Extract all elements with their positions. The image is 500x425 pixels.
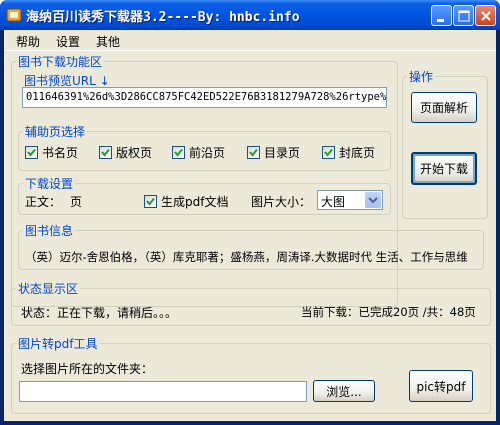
image-size-select[interactable]: 大图 bbox=[317, 190, 383, 210]
status-legend: 状态显示区 bbox=[18, 282, 79, 296]
image-size-value: 大图 bbox=[321, 195, 346, 209]
menu-settings[interactable]: 设置 bbox=[56, 33, 80, 50]
menu-bar: 帮助 设置 其他 bbox=[4, 30, 496, 50]
book-info-legend: 图书信息 bbox=[25, 224, 74, 238]
app-icon bbox=[6, 7, 22, 23]
checkbox-label: 封底页 bbox=[339, 146, 376, 160]
menu-help[interactable]: 帮助 bbox=[16, 33, 40, 50]
check-icon bbox=[322, 146, 335, 159]
convert-pdf-button[interactable]: pic转pdf bbox=[409, 370, 473, 402]
book-info-text: （英）迈尔-舍恩伯格，（英）库克耶著；盛杨燕，周涛译.大数据时代 生活、工作与思… bbox=[25, 250, 468, 264]
check-icon bbox=[247, 146, 260, 159]
body-pages-unit: 页 bbox=[70, 195, 83, 209]
browse-button[interactable]: 浏览... bbox=[313, 380, 375, 402]
chevron-down-icon[interactable] bbox=[365, 192, 381, 208]
operations-group: 操作 bbox=[402, 68, 488, 219]
status-text: 状态：正在下载，请稍后。。。 bbox=[21, 306, 178, 320]
checkbox-label: 生成pdf文档 bbox=[161, 195, 229, 209]
folder-path-input[interactable] bbox=[19, 381, 307, 402]
check-icon bbox=[25, 146, 38, 159]
minimize-button[interactable] bbox=[431, 5, 452, 26]
maximize-button[interactable] bbox=[453, 5, 474, 26]
progress-text: 当前下载：已完成20页 /共：48页 bbox=[301, 305, 476, 319]
download-settings-legend: 下载设置 bbox=[25, 177, 74, 191]
title-bar[interactable]: 海纳百川读秀下载器3.2----By: hnbc.info bbox=[0, 0, 500, 30]
client-area: 帮助 设置 其他 图书下载功能区 图书预览URL ↓ 011646391%26d… bbox=[4, 30, 496, 421]
checkbox-back-cover-page[interactable]: 封底页 bbox=[322, 144, 375, 161]
folder-label: 选择图片所在的文件夹： bbox=[21, 362, 154, 376]
checkbox-label: 前沿页 bbox=[189, 146, 226, 160]
checkbox-label: 版权页 bbox=[116, 146, 153, 160]
check-icon bbox=[144, 195, 157, 208]
checkbox-title-page[interactable]: 书名页 bbox=[25, 144, 78, 161]
check-icon bbox=[99, 146, 112, 159]
url-input[interactable]: 011646391%26d%3D286CC875FC42ED522E76B318… bbox=[22, 87, 387, 108]
menu-separator bbox=[4, 50, 496, 51]
checkbox-preface-page[interactable]: 前沿页 bbox=[172, 144, 225, 161]
check-icon bbox=[172, 146, 185, 159]
checkbox-copyright-page[interactable]: 版权页 bbox=[99, 144, 152, 161]
checkbox-label: 目录页 bbox=[264, 146, 301, 160]
window-title: 海纳百川读秀下载器3.2----By: hnbc.info bbox=[26, 10, 300, 25]
operations-legend: 操作 bbox=[409, 70, 434, 84]
app-window: 海纳百川读秀下载器3.2----By: hnbc.info 帮助 设置 其他 图… bbox=[0, 0, 500, 425]
checkbox-toc-page[interactable]: 目录页 bbox=[247, 144, 300, 161]
start-download-button[interactable]: 开始下载 bbox=[411, 152, 477, 185]
body-pages-label: 正文： bbox=[25, 195, 62, 209]
image-size-label: 图片大小： bbox=[251, 195, 312, 209]
download-section-legend: 图书下载功能区 bbox=[18, 55, 103, 69]
converter-legend: 图片转pdf工具 bbox=[18, 337, 98, 351]
menu-other[interactable]: 其他 bbox=[96, 33, 120, 50]
parse-page-button[interactable]: 页面解析 bbox=[411, 92, 477, 123]
checkbox-label: 书名页 bbox=[42, 146, 79, 160]
checkbox-generate-pdf[interactable]: 生成pdf文档 bbox=[144, 193, 228, 210]
close-button[interactable] bbox=[475, 5, 496, 26]
aux-pages-legend: 辅助页选择 bbox=[25, 125, 86, 139]
